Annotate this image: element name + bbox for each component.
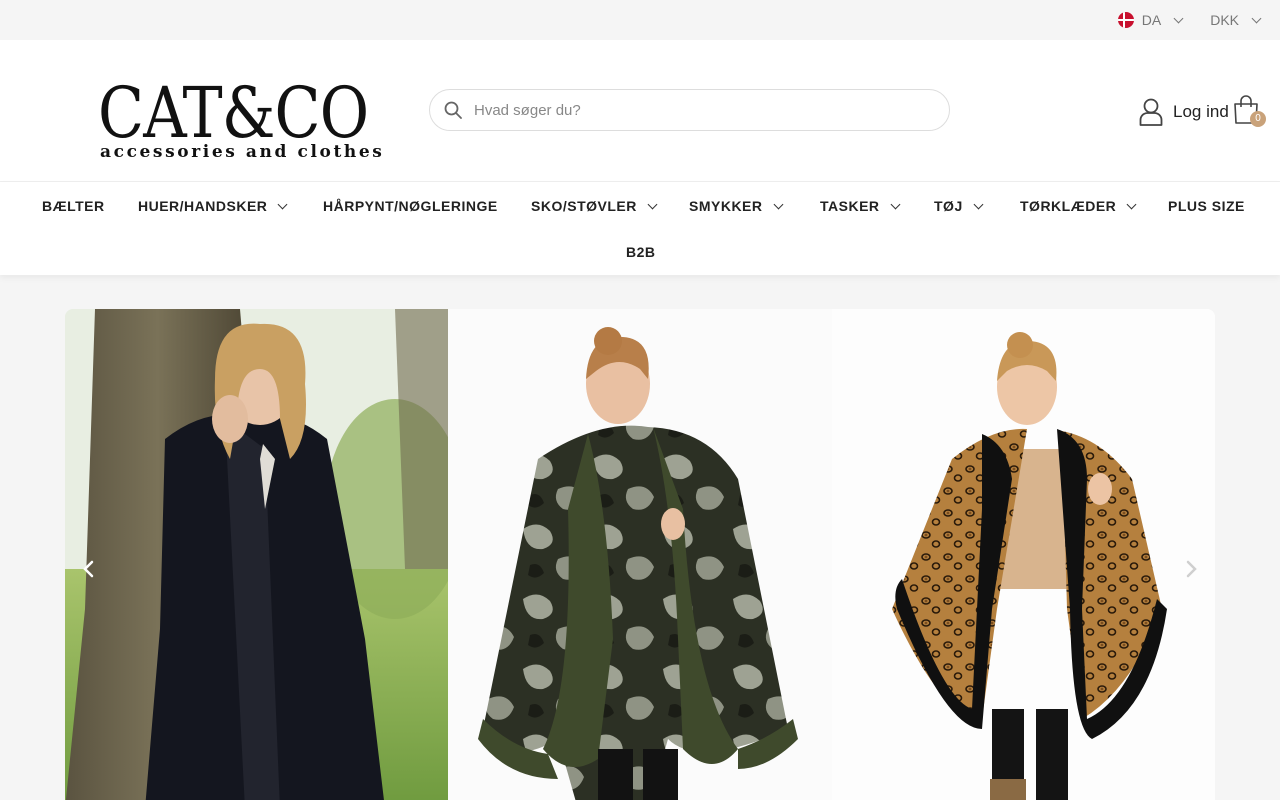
nav-item-label: HÅRPYNT/NØGLERINGE [323, 198, 498, 214]
currency-selector[interactable]: DKK [1210, 12, 1262, 28]
next-slide-arrow-icon[interactable] [1179, 557, 1203, 581]
site-header: CAT&CO accessories and clothes Log ind 0 [0, 40, 1280, 182]
nav-item-label: TØRKLÆDER [1020, 198, 1117, 214]
site-logo[interactable]: CAT&CO accessories and clothes [98, 56, 394, 168]
slide-3[interactable] [832, 309, 1215, 800]
chevron-down-icon [773, 199, 783, 209]
search-icon[interactable] [444, 101, 462, 119]
language-label: DA [1141, 12, 1162, 28]
nav-item-sko-stoevler[interactable]: SKO/STØVLER [531, 198, 658, 214]
danish-flag-icon [1117, 12, 1134, 28]
search-bar [429, 89, 950, 131]
nav-item-haarpynt-noegleringe[interactable]: HÅRPYNT/NØGLERINGE [323, 198, 498, 214]
chevron-down-icon [1251, 13, 1262, 23]
cart-count-badge: 0 [1250, 111, 1266, 127]
black-faux-fur-coat-photo [65, 309, 448, 800]
product-slider [65, 309, 1215, 800]
nav-item-label: B2B [626, 244, 656, 260]
chevron-down-icon [973, 199, 984, 209]
chevron-down-icon [890, 199, 900, 209]
leopard-poncho-black-fur-trim-photo [832, 309, 1215, 800]
nav-item-toerklaeder[interactable]: TØRKLÆDER [1020, 198, 1137, 214]
chevron-down-icon [1126, 199, 1137, 209]
nav-item-label: SKO/STØVLER [531, 198, 637, 214]
chevron-down-icon [1173, 13, 1184, 23]
main-navigation: BÆLTER HUER/HANDSKER HÅRPYNT/NØGLERINGE … [0, 182, 1280, 275]
search-input[interactable] [474, 101, 914, 119]
utility-bar: DA DKK [0, 0, 1280, 40]
logo-tagline: accessories and clothes [100, 142, 385, 162]
nav-item-label: TASKER [820, 198, 880, 214]
login-link[interactable]: Log ind [1139, 98, 1229, 126]
user-icon [1139, 98, 1163, 126]
nav-item-plus-size[interactable]: PLUS SIZE [1168, 198, 1245, 214]
chevron-down-icon [647, 199, 658, 209]
nav-item-label: PLUS SIZE [1168, 198, 1245, 214]
previous-slide-arrow-icon[interactable] [77, 557, 101, 581]
nav-item-baelter[interactable]: BÆLTER [42, 198, 105, 214]
currency-label: DKK [1210, 12, 1239, 28]
nav-item-huer-handsker[interactable]: HUER/HANDSKER [138, 198, 288, 214]
nav-item-tasker[interactable]: TASKER [820, 198, 900, 214]
nav-item-label: HUER/HANDSKER [138, 198, 268, 214]
cart-button[interactable]: 0 [1233, 95, 1266, 130]
chevron-down-icon [277, 199, 288, 209]
language-selector[interactable]: DA [1117, 12, 1184, 28]
slide-2[interactable] [448, 309, 832, 800]
login-label: Log ind [1173, 102, 1229, 121]
slide-1[interactable] [65, 309, 448, 800]
nav-item-toej[interactable]: TØJ [934, 198, 984, 214]
nav-item-label: TØJ [934, 198, 963, 214]
camo-poncho-green-fur-trim-photo [448, 309, 832, 800]
nav-item-smykker[interactable]: SMYKKER [689, 198, 783, 214]
logo-wordmark: CAT&CO [98, 72, 369, 154]
nav-item-label: SMYKKER [689, 198, 763, 214]
nav-item-label: BÆLTER [42, 198, 105, 214]
nav-item-b2b[interactable]: B2B [626, 244, 656, 260]
